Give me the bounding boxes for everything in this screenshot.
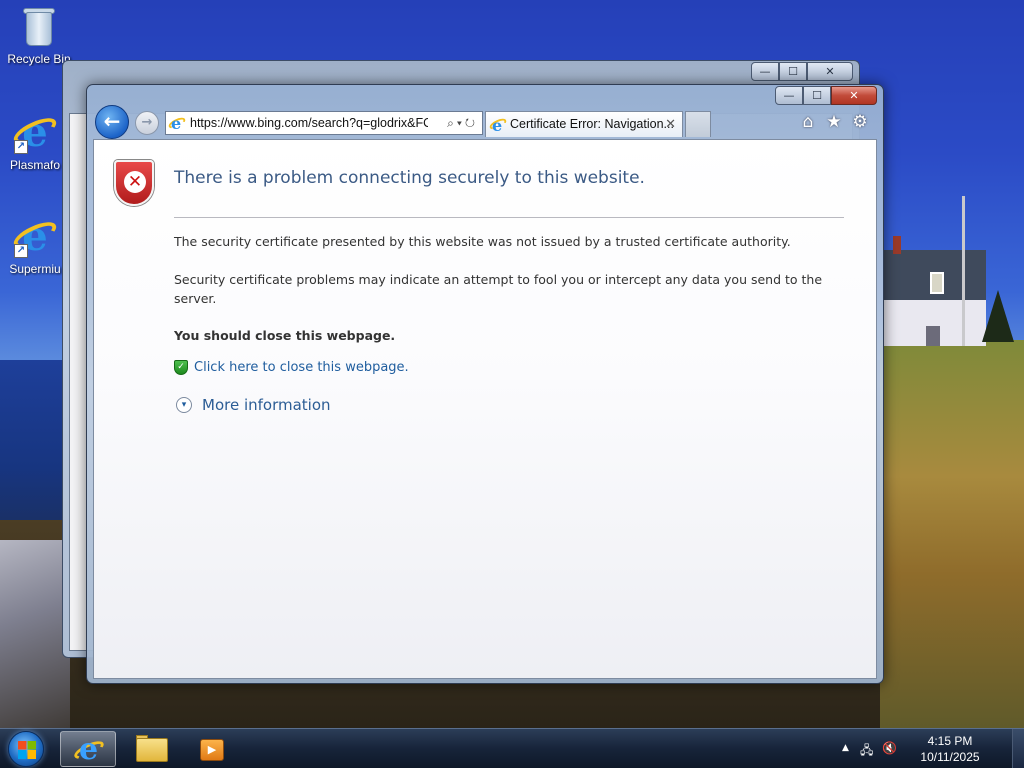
close-window-button[interactable]: ✕: [831, 86, 877, 105]
tab-title: Certificate Error: Navigation...: [510, 117, 674, 131]
browser-window[interactable]: — ☐ ✕ ← → e https://www.bing.com/search?…: [86, 84, 884, 684]
clock[interactable]: 4:15 PM 10/11/2025: [910, 733, 990, 765]
navigation-bar: ← → e https://www.bing.com/search?q=glod…: [95, 105, 875, 139]
command-icons: ⌂ ★ ⚙: [799, 113, 869, 131]
wallpaper-rocks: [0, 540, 70, 730]
more-information-link[interactable]: More information: [202, 394, 331, 416]
tab-close-icon[interactable]: ✕: [665, 112, 676, 136]
divider: [174, 217, 844, 218]
address-url[interactable]: https://www.bing.com/search?q=glodrix&FO: [190, 112, 428, 134]
background-close-button[interactable]: ✕: [807, 62, 853, 81]
forward-button[interactable]: →: [135, 111, 159, 135]
search-icon[interactable]: ⌕: [447, 116, 457, 130]
internet-explorer-icon: e: [488, 116, 508, 135]
system-tray: ▲ 🖧 🔇 4:15 PM 10/11/2025: [842, 729, 1012, 768]
minimize-button[interactable]: —: [775, 86, 803, 105]
media-player-icon: ▶: [200, 739, 224, 761]
taskbar: e ▶ ▲ 🖧 🔇 4:15 PM 10/11/2025: [0, 728, 1024, 768]
chevron-down-icon[interactable]: ▾: [457, 116, 465, 130]
new-tab-button[interactable]: [685, 111, 711, 137]
close-webpage-link[interactable]: Click here to close this webpage.: [194, 358, 409, 378]
wallpaper-flagpole: [962, 196, 965, 346]
internet-explorer-icon: e ↗: [10, 112, 60, 154]
home-icon[interactable]: ⌂: [799, 113, 817, 131]
network-icon[interactable]: 🖧: [860, 741, 873, 762]
address-tools: ⌕▾↻: [447, 112, 478, 134]
tab-certificate-error[interactable]: e Certificate Error: Navigation... ✕: [485, 111, 683, 137]
start-button[interactable]: [8, 731, 44, 767]
address-bar[interactable]: e https://www.bing.com/search?q=glodrix&…: [165, 111, 483, 135]
window-caption-buttons: — ☐ ✕: [775, 86, 877, 105]
page-title: There is a problem connecting securely t…: [174, 168, 645, 188]
wallpaper-tree: [982, 290, 1014, 342]
wallpaper-house-door: [926, 326, 940, 346]
show-hidden-icons-arrow-icon[interactable]: ▲: [842, 743, 849, 753]
internet-explorer-icon: e: [71, 732, 107, 767]
chevron-down-icon[interactable]: ▾: [176, 397, 192, 413]
back-button[interactable]: ←: [95, 105, 129, 139]
refresh-icon[interactable]: ↻: [465, 116, 478, 130]
security-warning-message: Security certificate problems may indica…: [174, 272, 823, 306]
wallpaper-chimney: [893, 236, 901, 254]
taskbar-item-file-explorer[interactable]: [124, 731, 180, 767]
desktop-icon-recycle-bin[interactable]: Recycle Bin: [2, 6, 76, 66]
internet-explorer-icon: e ↗: [10, 216, 60, 258]
clock-date: 10/11/2025: [920, 750, 980, 764]
show-desktop-button[interactable]: [1012, 729, 1024, 768]
green-shield-icon: ✓: [174, 360, 188, 375]
taskbar-item-internet-explorer[interactable]: e: [60, 731, 116, 767]
settings-gear-icon[interactable]: ⚙: [851, 113, 869, 131]
background-window-caption-buttons: — ☐ ✕: [751, 62, 853, 81]
background-maximize-button[interactable]: ☐: [779, 62, 807, 81]
volume-muted-icon[interactable]: 🔇: [882, 741, 897, 755]
wallpaper-house-window: [930, 272, 944, 294]
taskbar-item-media-player[interactable]: ▶: [184, 731, 240, 767]
folder-icon: [136, 738, 168, 762]
error-shield-icon: ✕: [114, 160, 154, 206]
recycle-bin-icon: [18, 6, 60, 48]
error-x-icon: ✕: [124, 171, 146, 193]
maximize-button[interactable]: ☐: [803, 86, 831, 105]
favorites-star-icon[interactable]: ★: [825, 113, 843, 131]
recommendation-text: You should close this webpage.: [174, 328, 396, 343]
windows-logo-lower: [18, 750, 36, 759]
internet-explorer-icon: e: [167, 114, 187, 133]
page-content: ✕ There is a problem connecting securely…: [93, 139, 877, 679]
certificate-message: The security certificate presented by th…: [174, 234, 791, 249]
clock-time: 4:15 PM: [927, 734, 973, 748]
wallpaper-grass: [880, 340, 1024, 730]
background-minimize-button[interactable]: —: [751, 62, 779, 81]
